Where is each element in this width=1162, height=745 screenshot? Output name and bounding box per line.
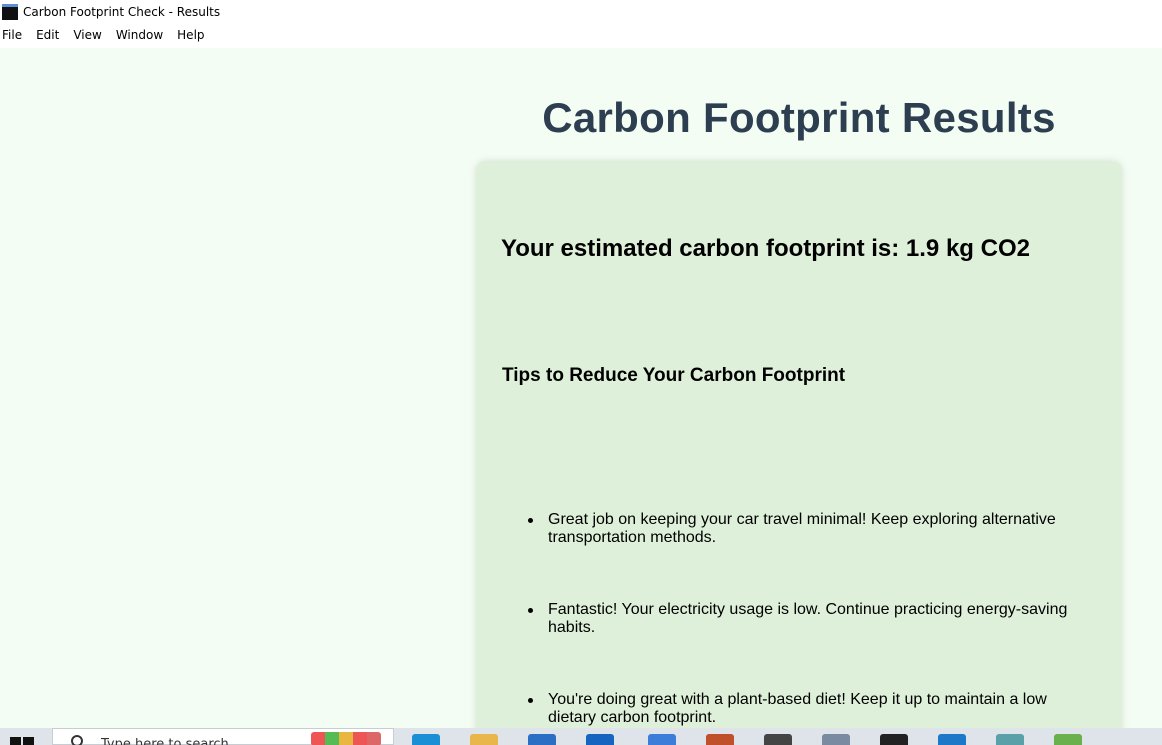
store-icon[interactable] (528, 734, 556, 745)
taskbar-search-input[interactable]: Type here to search (52, 728, 394, 745)
menu-help[interactable]: Help (177, 26, 204, 44)
notepad-icon[interactable] (822, 734, 850, 745)
file-explorer-icon[interactable] (470, 734, 498, 745)
tip-item: Great job on keeping your car travel min… (528, 511, 1098, 547)
menu-view[interactable]: View (73, 26, 101, 44)
tips-heading: Tips to Reduce Your Carbon Footprint (502, 365, 846, 386)
window-title: Carbon Footprint Check - Results (23, 5, 221, 19)
matlab-icon[interactable] (706, 734, 734, 745)
page-title: Carbon Footprint Results (542, 94, 1056, 141)
app-window-icon (2, 4, 18, 20)
results-page: Carbon Footprint Results Your estimated … (0, 48, 1162, 728)
windows-start-icon[interactable] (10, 737, 36, 745)
edge-icon[interactable] (412, 734, 440, 745)
menu-edit[interactable]: Edit (36, 26, 59, 44)
menu-window[interactable]: Window (116, 26, 163, 44)
paint-icon[interactable] (1054, 734, 1082, 745)
media-player-icon[interactable] (648, 734, 676, 745)
tip-item: You're doing great with a plant-based di… (528, 691, 1098, 727)
taskbar: Type here to search (0, 728, 1162, 745)
results-card: Your estimated carbon footprint is: 1.9 … (476, 161, 1122, 728)
search-placeholder: Type here to search (101, 737, 229, 745)
vscode-icon[interactable] (938, 734, 966, 745)
tips-list: Great job on keeping your car travel min… (528, 511, 1098, 728)
title-bar: Carbon Footprint Check - Results (0, 0, 1162, 24)
terminal-icon[interactable] (880, 734, 908, 745)
menu-bar: File Edit View Window Help (0, 24, 1162, 46)
search-highlight-icon (311, 732, 381, 745)
python-app-icon[interactable] (996, 734, 1024, 745)
inkscape-icon[interactable] (764, 734, 792, 745)
search-icon (71, 735, 83, 745)
footprint-result: Your estimated carbon footprint is: 1.9 … (501, 235, 1030, 262)
tip-item: Fantastic! Your electricity usage is low… (528, 601, 1098, 637)
outlook-icon[interactable] (586, 734, 614, 745)
menu-file[interactable]: File (2, 26, 22, 44)
